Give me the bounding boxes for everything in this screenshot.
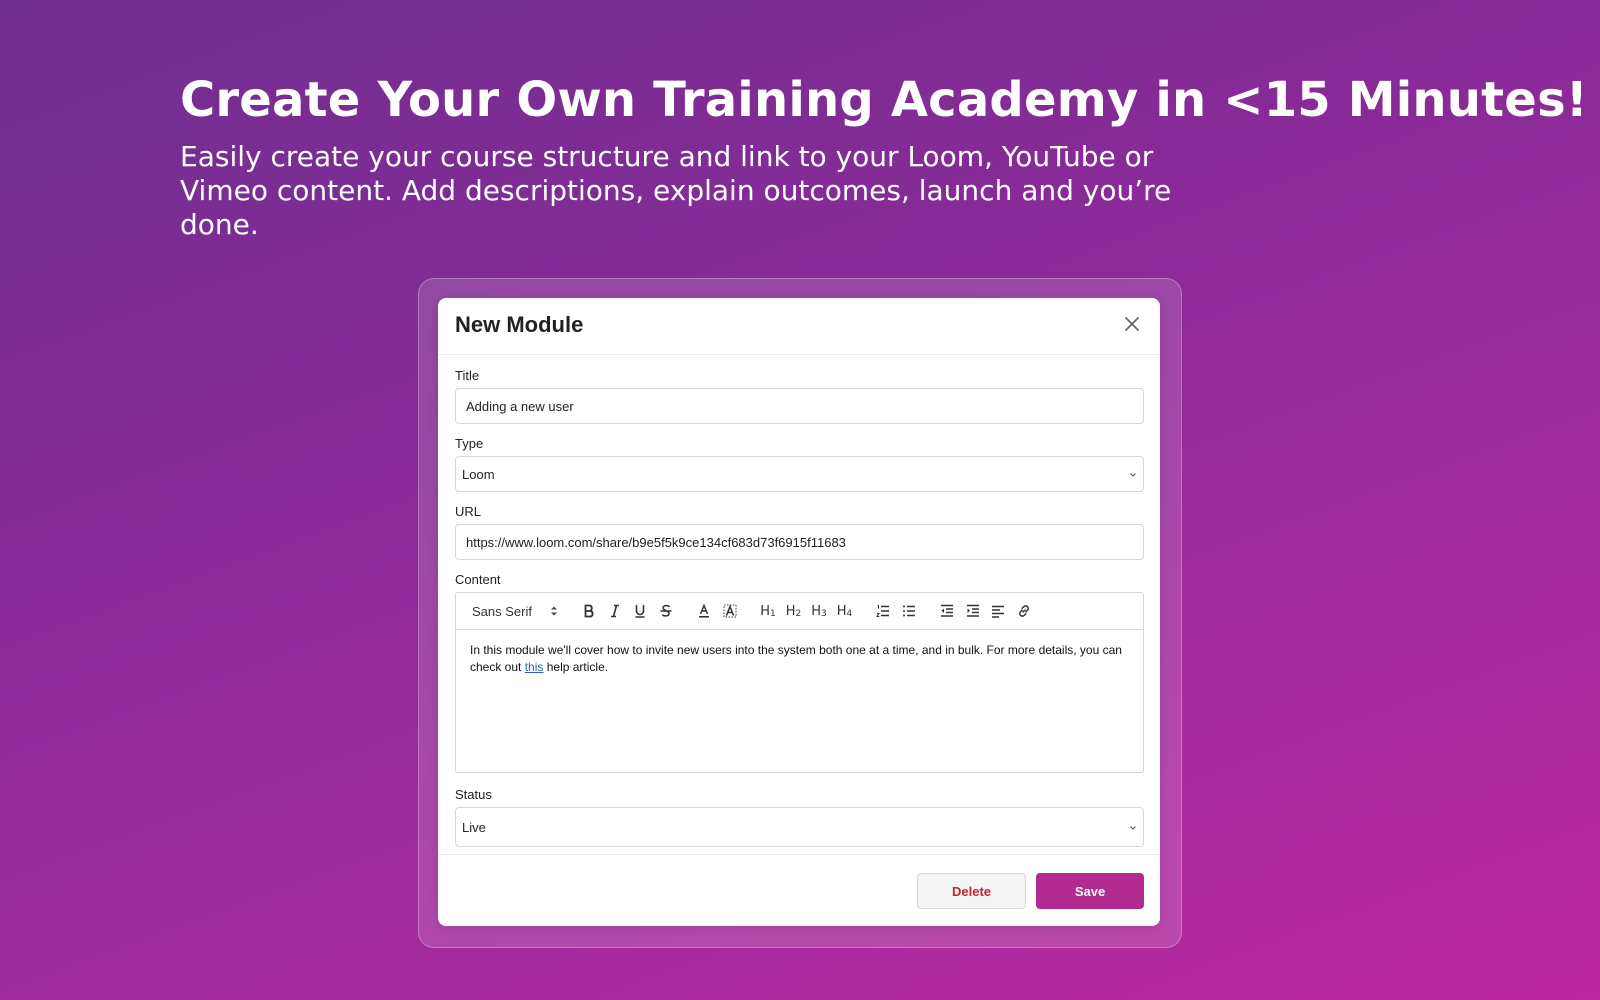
h1-icon: H1 (760, 604, 776, 619)
chevron-down-icon (1130, 473, 1136, 477)
h4-level: 4 (846, 608, 853, 619)
hero: Create Your Own Training Academy in <15 … (180, 72, 1588, 242)
font-picker-value: Sans Serif (472, 603, 532, 619)
new-module-dialog: New Module Title Type Loom URL Content S… (438, 298, 1160, 926)
font-picker[interactable]: Sans Serif (472, 604, 560, 619)
delete-button[interactable]: Delete (917, 873, 1026, 909)
h4-button[interactable]: H4 (836, 602, 854, 620)
help-article-link[interactable]: this (525, 660, 544, 674)
save-button[interactable]: Save (1036, 873, 1144, 909)
underline-icon (635, 605, 645, 618)
h2-icon: H2 (786, 604, 802, 619)
status-select-value: Live (462, 819, 486, 835)
text-color-button[interactable] (695, 602, 713, 620)
h1-button[interactable]: H1 (759, 602, 777, 620)
h3-letter: H (811, 603, 822, 619)
h4-letter: H (836, 603, 847, 619)
modal-footer: Delete Save (438, 854, 1160, 927)
content-text-after: help article. (543, 660, 609, 674)
ordered-list-icon (876, 605, 889, 617)
highlight-button[interactable] (721, 602, 739, 620)
url-label: URL (455, 504, 482, 519)
title-label: Title (455, 368, 480, 383)
title-input[interactable] (455, 388, 1144, 424)
h4-icon: H4 (837, 604, 853, 619)
bold-button[interactable] (580, 602, 598, 620)
italic-button[interactable] (606, 602, 624, 620)
chevron-down-icon (1130, 826, 1136, 830)
h3-button[interactable]: H3 (810, 602, 828, 620)
h2-button[interactable]: H2 (785, 602, 803, 620)
h1-level: 1 (770, 608, 776, 619)
align-button[interactable] (989, 602, 1007, 620)
content-label: Content (455, 572, 501, 587)
bullet-list-button[interactable] (900, 602, 918, 620)
url-input[interactable] (455, 524, 1144, 560)
align-icon (992, 605, 1004, 618)
status-select[interactable]: Live (455, 807, 1144, 847)
hero-title: Create Your Own Training Academy in <15 … (180, 72, 1588, 128)
rich-text-editor: Sans Serif H1 H2 H3 H4 In this module we… (455, 592, 1144, 773)
strikethrough-icon (660, 604, 671, 617)
type-label: Type (455, 436, 484, 451)
type-select[interactable]: Loom (455, 456, 1144, 492)
type-select-value: Loom (462, 466, 495, 482)
hero-subtitle: Easily create your course structure and … (180, 140, 1172, 241)
highlight-icon (723, 604, 736, 618)
ordered-list-button[interactable] (874, 602, 892, 620)
modal-title: New Module (455, 312, 584, 337)
text-color-icon (699, 603, 709, 618)
h2-letter: H (785, 603, 796, 619)
indent-button[interactable] (964, 602, 982, 620)
h3-level: 3 (821, 608, 827, 619)
bullet-list-icon (902, 605, 915, 617)
updown-icon (550, 606, 557, 616)
underline-button[interactable] (631, 602, 649, 620)
strikethrough-button[interactable] (657, 602, 675, 620)
editor-toolbar: Sans Serif H1 H2 H3 H4 (456, 593, 1143, 630)
indent-icon (966, 604, 979, 617)
modal-body: Title Type Loom URL Content Sans Serif (455, 368, 1144, 847)
outdent-button[interactable] (938, 602, 956, 620)
h2-level: 2 (795, 608, 802, 619)
h1-letter: H (760, 603, 771, 619)
link-button[interactable] (1015, 602, 1033, 620)
modal-header: New Module (438, 298, 1160, 355)
h3-icon: H3 (811, 604, 827, 619)
close-button[interactable] (1120, 312, 1144, 336)
italic-icon (610, 604, 619, 618)
bold-icon (584, 604, 594, 618)
editor-content[interactable]: In this module we'll cover how to invite… (456, 630, 1143, 688)
outdent-icon (941, 604, 953, 617)
status-label: Status (455, 787, 492, 802)
link-icon (1018, 605, 1029, 617)
close-icon (1125, 317, 1139, 331)
